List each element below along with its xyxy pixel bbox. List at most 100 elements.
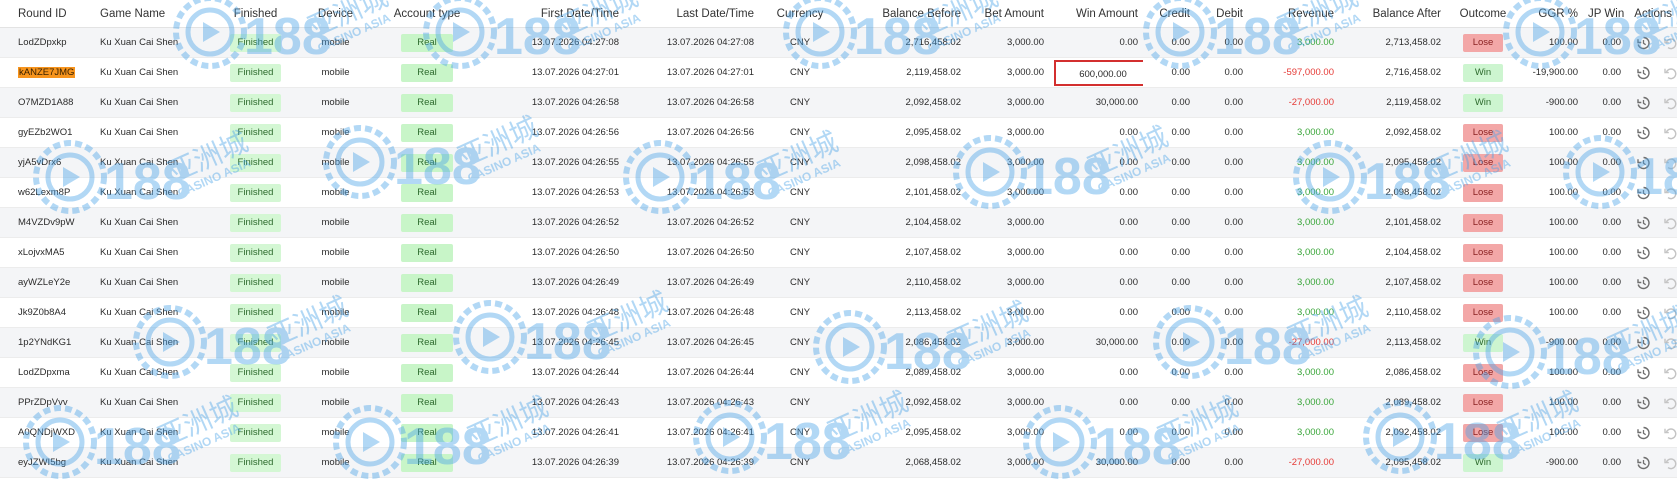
table-row[interactable]: LodZDpxkp Ku Xuan Cai Shen Finished mobi… bbox=[0, 27, 1677, 58]
col-header-jp-win[interactable]: JP Win bbox=[1583, 0, 1626, 28]
col-header-currency[interactable]: Currency bbox=[759, 0, 841, 28]
history-icon[interactable] bbox=[1635, 95, 1651, 111]
round-id[interactable]: A0QNDjWXD bbox=[18, 427, 75, 438]
round-id[interactable]: M4VZDv9pW bbox=[18, 217, 74, 228]
undo-icon[interactable] bbox=[1662, 95, 1677, 111]
ggr-cell: 100.00 bbox=[1520, 27, 1583, 58]
col-header-last-date[interactable]: Last Date/Time bbox=[624, 0, 759, 28]
history-icon[interactable] bbox=[1635, 275, 1651, 291]
col-header-round-id[interactable]: Round ID bbox=[0, 0, 95, 28]
history-icon[interactable] bbox=[1635, 215, 1651, 231]
undo-icon[interactable] bbox=[1662, 425, 1677, 441]
col-header-credit[interactable]: Credit bbox=[1143, 0, 1195, 28]
round-id-cell[interactable]: PPrZDpVvv bbox=[0, 387, 95, 418]
col-header-outcome[interactable]: Outcome bbox=[1446, 0, 1520, 28]
round-id[interactable]: O7MZD1A88 bbox=[18, 97, 73, 108]
history-icon[interactable] bbox=[1635, 305, 1651, 321]
col-header-ggr[interactable]: GGR % bbox=[1520, 0, 1583, 28]
round-id[interactable]: yjA5vDrx6 bbox=[18, 157, 61, 168]
table-row[interactable]: gyEZb2WO1 Ku Xuan Cai Shen Finished mobi… bbox=[0, 117, 1677, 148]
actions-cell bbox=[1626, 357, 1677, 388]
round-id-cell[interactable]: kANZE7JMG bbox=[0, 57, 95, 88]
round-id-cell[interactable]: LodZDpxma bbox=[0, 357, 95, 388]
history-icon[interactable] bbox=[1635, 245, 1651, 261]
undo-icon[interactable] bbox=[1662, 305, 1677, 321]
round-id[interactable]: gyEZb2WO1 bbox=[18, 127, 72, 138]
table-row[interactable]: LodZDpxma Ku Xuan Cai Shen Finished mobi… bbox=[0, 357, 1677, 388]
round-id-cell[interactable]: gyEZb2WO1 bbox=[0, 117, 95, 148]
round-id-cell[interactable]: xLojvxMA5 bbox=[0, 237, 95, 268]
table-row[interactable]: xLojvxMA5 Ku Xuan Cai Shen Finished mobi… bbox=[0, 237, 1677, 268]
undo-icon[interactable] bbox=[1662, 185, 1677, 201]
round-id-cell[interactable]: LodZDpxkp bbox=[0, 27, 95, 58]
table-row[interactable]: eyJZWI5bg Ku Xuan Cai Shen Finished mobi… bbox=[0, 447, 1677, 478]
round-id[interactable]: xLojvxMA5 bbox=[18, 247, 64, 258]
col-header-win-amount[interactable]: Win Amount bbox=[1049, 0, 1143, 28]
table-row[interactable]: Jk9Z0b8A4 Ku Xuan Cai Shen Finished mobi… bbox=[0, 297, 1677, 328]
history-icon[interactable] bbox=[1635, 365, 1651, 381]
undo-icon[interactable] bbox=[1662, 215, 1677, 231]
col-header-account-type[interactable]: Account type bbox=[372, 0, 482, 28]
col-header-revenue[interactable]: Revenue bbox=[1248, 0, 1339, 28]
col-header-debit[interactable]: Debit bbox=[1195, 0, 1248, 28]
history-icon[interactable] bbox=[1635, 185, 1651, 201]
history-icon[interactable] bbox=[1635, 155, 1651, 171]
history-icon[interactable] bbox=[1635, 425, 1651, 441]
round-id-cell[interactable]: O7MZD1A88 bbox=[0, 87, 95, 118]
round-id-cell[interactable]: yjA5vDrx6 bbox=[0, 147, 95, 178]
col-header-first-date[interactable]: First Date/Time bbox=[482, 0, 624, 28]
history-icon[interactable] bbox=[1635, 455, 1651, 471]
history-icon[interactable] bbox=[1635, 335, 1651, 351]
history-icon[interactable] bbox=[1635, 125, 1651, 141]
round-id-cell[interactable]: M4VZDv9pW bbox=[0, 207, 95, 238]
col-header-finished[interactable]: Finished bbox=[212, 0, 299, 28]
round-id-cell[interactable]: w62Lexm8P bbox=[0, 177, 95, 208]
undo-icon[interactable] bbox=[1662, 395, 1677, 411]
round-id[interactable]: Jk9Z0b8A4 bbox=[18, 307, 66, 318]
round-id-cell[interactable]: Jk9Z0b8A4 bbox=[0, 297, 95, 328]
game-name-cell: Ku Xuan Cai Shen bbox=[95, 327, 212, 358]
table-row[interactable]: w62Lexm8P Ku Xuan Cai Shen Finished mobi… bbox=[0, 177, 1677, 208]
round-id-cell[interactable]: A0QNDjWXD bbox=[0, 417, 95, 448]
round-id[interactable]: eyJZWI5bg bbox=[18, 457, 66, 468]
undo-icon[interactable] bbox=[1662, 35, 1677, 51]
table-row[interactable]: yjA5vDrx6 Ku Xuan Cai Shen Finished mobi… bbox=[0, 147, 1677, 178]
round-id[interactable]: LodZDpxma bbox=[18, 367, 70, 378]
undo-icon[interactable] bbox=[1662, 245, 1677, 261]
outcome-badge: Win bbox=[1462, 333, 1504, 352]
undo-icon[interactable] bbox=[1662, 275, 1677, 291]
round-id-cell[interactable]: 1p2YNdKG1 bbox=[0, 327, 95, 358]
round-id[interactable]: LodZDpxkp bbox=[18, 37, 67, 48]
table-row[interactable]: 1p2YNdKG1 Ku Xuan Cai Shen Finished mobi… bbox=[0, 327, 1677, 358]
col-header-game-name[interactable]: Game Name bbox=[95, 0, 212, 28]
round-id[interactable]: 1p2YNdKG1 bbox=[18, 337, 71, 348]
round-id[interactable]: w62Lexm8P bbox=[18, 187, 70, 198]
table-row[interactable]: PPrZDpVvv Ku Xuan Cai Shen Finished mobi… bbox=[0, 387, 1677, 418]
col-header-balance-before[interactable]: Balance Before bbox=[841, 0, 966, 28]
round-id[interactable]: ayWZLeY2e bbox=[18, 277, 70, 288]
table-row[interactable]: kANZE7JMG Ku Xuan Cai Shen Finished mobi… bbox=[0, 57, 1677, 88]
undo-icon[interactable] bbox=[1662, 65, 1677, 81]
history-icon[interactable] bbox=[1635, 65, 1651, 81]
col-header-bet-amount[interactable]: Bet Amount bbox=[966, 0, 1049, 28]
col-header-balance-after[interactable]: Balance After bbox=[1339, 0, 1446, 28]
last-date-cell: 13.07.2026 04:26:41 bbox=[624, 417, 759, 448]
undo-icon[interactable] bbox=[1662, 125, 1677, 141]
table-row[interactable]: M4VZDv9pW Ku Xuan Cai Shen Finished mobi… bbox=[0, 207, 1677, 238]
history-icon[interactable] bbox=[1635, 395, 1651, 411]
history-icon[interactable] bbox=[1635, 35, 1651, 51]
col-header-device[interactable]: Device bbox=[299, 0, 372, 28]
table-row[interactable]: O7MZD1A88 Ku Xuan Cai Shen Finished mobi… bbox=[0, 87, 1677, 118]
round-id-cell[interactable]: eyJZWI5bg bbox=[0, 447, 95, 478]
undo-icon[interactable] bbox=[1662, 335, 1677, 351]
round-id-cell[interactable]: ayWZLeY2e bbox=[0, 267, 95, 298]
round-id[interactable]: PPrZDpVvv bbox=[18, 397, 68, 408]
table-row[interactable]: A0QNDjWXD Ku Xuan Cai Shen Finished mobi… bbox=[0, 417, 1677, 448]
undo-icon[interactable] bbox=[1662, 455, 1677, 471]
round-id[interactable]: kANZE7JMG bbox=[18, 67, 76, 78]
last-date-cell: 13.07.2026 04:26:49 bbox=[624, 267, 759, 298]
outcome-badge: Win bbox=[1462, 93, 1504, 112]
undo-icon[interactable] bbox=[1662, 155, 1677, 171]
undo-icon[interactable] bbox=[1662, 365, 1677, 381]
table-row[interactable]: ayWZLeY2e Ku Xuan Cai Shen Finished mobi… bbox=[0, 267, 1677, 298]
